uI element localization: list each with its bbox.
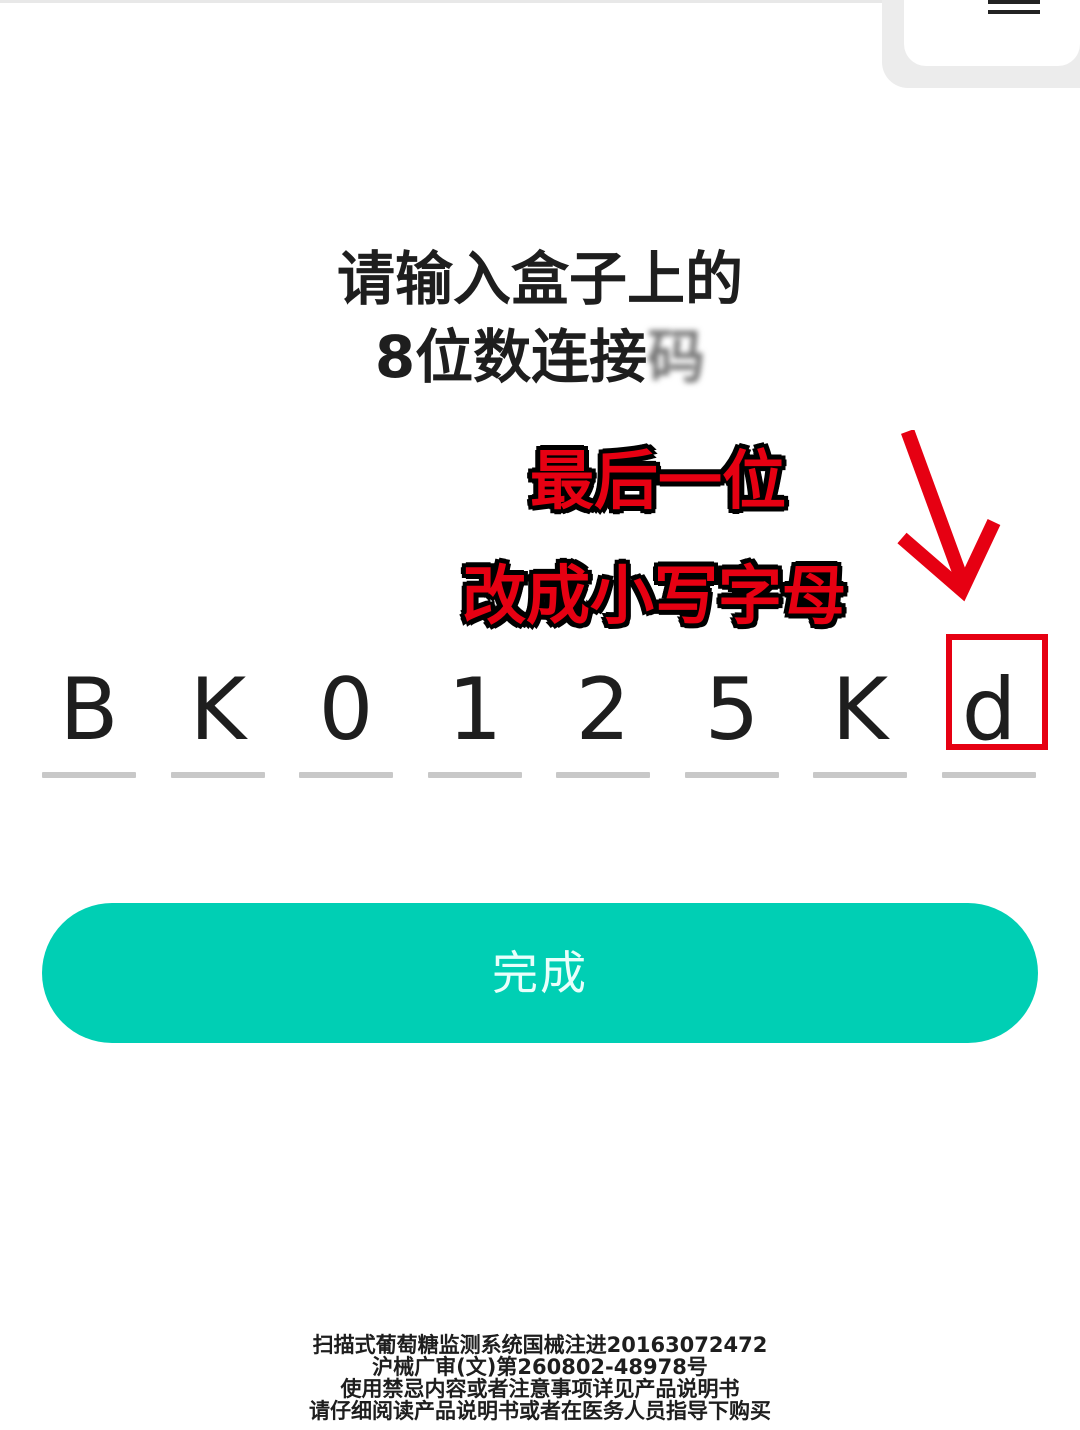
title-blurred-char: 码 xyxy=(647,323,706,391)
code-cell-7[interactable]: K xyxy=(813,650,907,780)
code-char-1: B xyxy=(59,660,119,760)
annotation-line-1: 最后一位 xyxy=(530,445,786,519)
footer-line-2: 沪械广审(文)第260802-48978号 xyxy=(372,1355,708,1379)
code-cell-3[interactable]: 0 xyxy=(299,650,393,780)
code-char-3: 0 xyxy=(318,660,374,760)
annotation-line-2: 改成小写字母 xyxy=(462,560,846,634)
footer-line-3: 使用禁忌内容或者注意事项详见产品说明书 xyxy=(340,1377,740,1401)
code-char-5: 2 xyxy=(575,660,631,760)
code-char-2: K xyxy=(189,660,247,760)
code-underline-5 xyxy=(556,772,650,778)
last-char-highlight-box xyxy=(946,634,1048,750)
code-cell-6[interactable]: 5 xyxy=(685,650,779,780)
code-cell-5[interactable]: 2 xyxy=(556,650,650,780)
title-line-2: 8位数连接码 xyxy=(0,318,1080,396)
menu-icon xyxy=(988,10,1040,14)
regulatory-footer: 扫描式葡萄糖监测系统国械注进20163072472 沪械广审(文)第260802… xyxy=(0,1334,1080,1422)
corner-menu-button[interactable] xyxy=(882,0,1080,88)
page-title: 请输入盒子上的 8位数连接码 xyxy=(0,240,1080,396)
done-button[interactable]: 完成 xyxy=(42,903,1038,1043)
title-line-2-text: 8位数连接 xyxy=(374,323,648,391)
code-input-row[interactable]: B K 0 1 2 5 K d xyxy=(0,650,1080,790)
code-underline-3 xyxy=(299,772,393,778)
corner-card-inner xyxy=(904,0,1080,66)
code-cell-4[interactable]: 1 xyxy=(428,650,522,780)
code-cell-2[interactable]: K xyxy=(171,650,265,780)
top-divider xyxy=(0,0,885,3)
code-underline-6 xyxy=(685,772,779,778)
footer-line-4: 请仔细阅读产品说明书或者在医务人员指导下购买 xyxy=(309,1399,771,1423)
code-underline-1 xyxy=(42,772,136,778)
code-char-4: 1 xyxy=(447,660,503,760)
code-underline-4 xyxy=(428,772,522,778)
done-button-label: 完成 xyxy=(492,947,588,999)
code-char-6: 5 xyxy=(704,660,760,760)
code-underline-7 xyxy=(813,772,907,778)
title-line-1: 请输入盒子上的 xyxy=(336,245,743,313)
footer-line-1: 扫描式葡萄糖监测系统国械注进20163072472 xyxy=(312,1333,768,1357)
code-underline-8 xyxy=(942,772,1036,778)
arrow-down-icon xyxy=(897,430,1001,602)
code-char-7: K xyxy=(831,660,889,760)
code-underline-2 xyxy=(171,772,265,778)
code-cell-1[interactable]: B xyxy=(42,650,136,780)
